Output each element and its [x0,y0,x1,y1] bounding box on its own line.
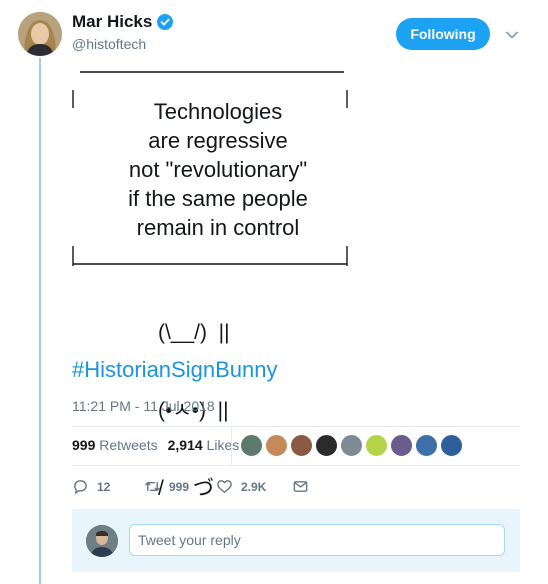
liker-avatar[interactable] [390,434,413,457]
sign-line: if the same people [128,186,308,211]
like-action[interactable]: 2.9K [216,478,292,495]
like-count: 2.9K [241,479,267,494]
liker-avatar[interactable] [315,434,338,457]
action-bar: 12 999 2.9K [72,478,309,495]
reply-icon [74,480,87,494]
reply-count: 12 [97,479,111,494]
retweet-count: 999 [169,479,190,494]
author-block: Mar Hicks @histoftech [72,12,174,52]
tweet-timestamp[interactable]: 11:21 PM - 11 Jul 2018 [72,398,215,414]
message-action[interactable] [292,478,309,495]
reply-action[interactable]: 12 [72,478,144,495]
following-button[interactable]: Following [396,18,490,50]
sign-line: are regressive [148,128,288,153]
liker-avatar[interactable] [240,434,263,457]
chevron-down-icon[interactable] [505,28,519,42]
likes-stat[interactable]: 2,914 Likes [168,437,240,453]
divider [72,465,520,466]
sign-text: Technologies are regressive not "revolut… [78,97,358,242]
tweet-stats: 999 Retweets 2,914 Likes [72,437,239,453]
message-icon [293,481,308,492]
like-icon [217,480,232,493]
reply-input[interactable] [129,524,505,556]
retweets-stat[interactable]: 999 Retweets [72,437,158,453]
retweet-action[interactable]: 999 [144,478,216,495]
liker-avatar[interactable] [365,434,388,457]
author-avatar[interactable] [18,12,62,56]
sign-line: not "revolutionary" [128,157,308,182]
liker-avatar[interactable] [265,434,288,457]
author-name[interactable]: Mar Hicks [72,12,152,32]
verified-icon [157,14,174,30]
sign-line: Technologies [153,99,283,124]
retweet-icon [145,482,160,491]
bunny-line: (\__/) || [158,321,230,344]
stats-divider [231,427,232,465]
liker-avatar[interactable] [440,434,463,457]
liker-avatar[interactable] [415,434,438,457]
divider [72,426,520,427]
hashtag-link[interactable]: #HistorianSignBunny [72,357,277,383]
liker-avatar[interactable] [340,434,363,457]
thread-line [39,58,41,584]
reply-composer [72,509,520,572]
author-handle[interactable]: @histoftech [72,36,173,52]
viewer-avatar[interactable] [86,525,118,557]
liker-avatar[interactable] [290,434,313,457]
likers-avatars [240,434,463,457]
sign-line: remain in control [136,215,300,240]
